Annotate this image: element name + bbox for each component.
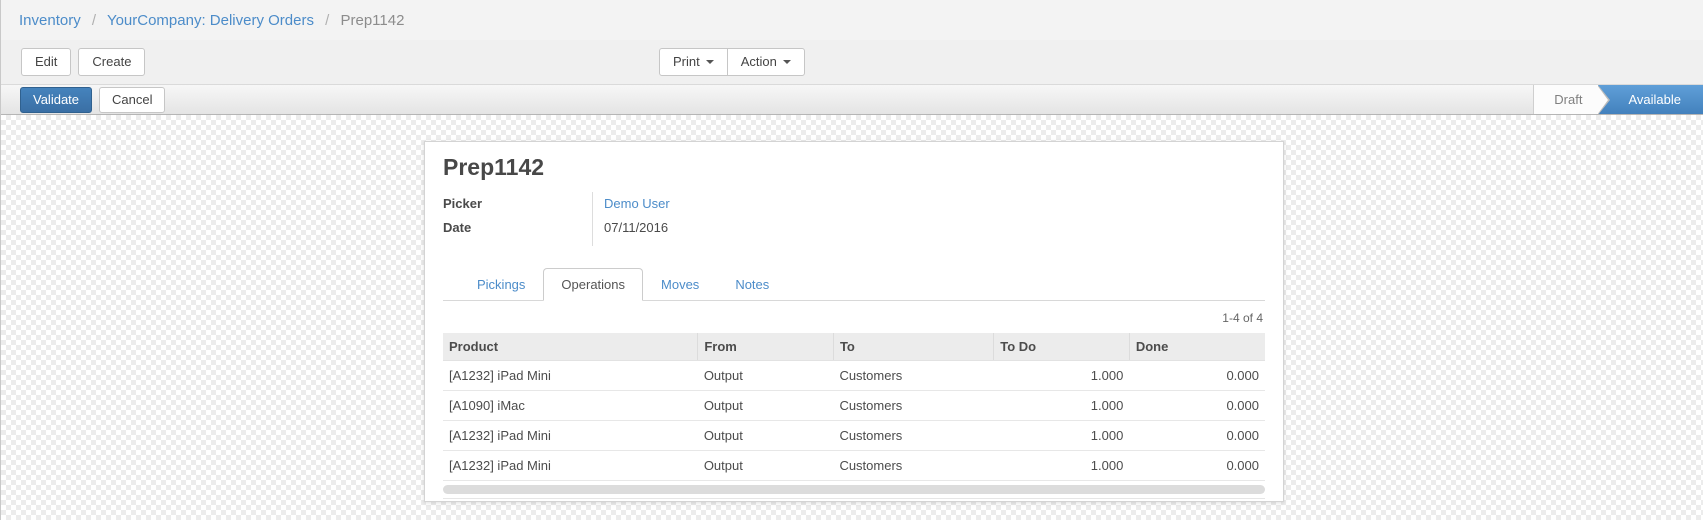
scroll-track-line: [443, 498, 1265, 499]
table-row[interactable]: [A1232] iPad Mini Output Customers 1.000…: [443, 421, 1265, 451]
status-draft-label: Draft: [1554, 92, 1582, 107]
breadcrumb: Inventory / YourCompany: Delivery Orders…: [19, 12, 404, 29]
cell-product: [A1232] iPad Mini: [443, 361, 698, 391]
table-header-row: Product From To To Do Done: [443, 333, 1265, 361]
cell-to: Customers: [833, 361, 993, 391]
breadcrumb-current: Prep1142: [341, 12, 405, 29]
form-sheet: Prep1142 Picker Date Demo User 07/11/201…: [424, 141, 1284, 502]
col-header-todo[interactable]: To Do: [994, 333, 1130, 361]
cell-to: Customers: [833, 451, 993, 481]
cell-done: 0.000: [1129, 421, 1265, 451]
table-row[interactable]: [A1232] iPad Mini Output Customers 1.000…: [443, 451, 1265, 481]
picker-value-link[interactable]: Demo User: [604, 196, 670, 211]
tab-notes[interactable]: Notes: [717, 268, 787, 301]
field-group: Picker Date Demo User 07/11/2016: [443, 192, 1265, 246]
col-header-product[interactable]: Product: [443, 333, 698, 361]
caret-down-icon: [706, 60, 714, 64]
record-buttons: Edit Create: [21, 48, 145, 76]
table-row[interactable]: [A1090] iMac Output Customers 1.000 0.00…: [443, 391, 1265, 421]
cell-todo: 1.000: [994, 391, 1130, 421]
action-dropdowns: Print Action: [659, 48, 805, 76]
table-row[interactable]: [A1232] iPad Mini Output Customers 1.000…: [443, 361, 1265, 391]
cell-done: 0.000: [1129, 451, 1265, 481]
cell-from: Output: [698, 361, 834, 391]
form-view-background: Prep1142 Picker Date Demo User 07/11/201…: [1, 115, 1703, 520]
cell-product: [A1090] iMac: [443, 391, 698, 421]
cancel-button[interactable]: Cancel: [99, 87, 165, 113]
list-pager: 1-4 of 4: [443, 311, 1263, 325]
create-button[interactable]: Create: [78, 48, 145, 76]
cell-from: Output: [698, 391, 834, 421]
cell-product: [A1232] iPad Mini: [443, 451, 698, 481]
cell-todo: 1.000: [994, 421, 1130, 451]
cell-from: Output: [698, 421, 834, 451]
edit-button[interactable]: Edit: [21, 48, 71, 76]
breadcrumb-inventory[interactable]: Inventory: [19, 12, 81, 29]
status-step-draft[interactable]: Draft: [1533, 85, 1598, 114]
field-labels-column: Picker Date: [443, 192, 592, 246]
breadcrumb-separator: /: [92, 12, 96, 29]
status-steps: Draft Available: [1533, 85, 1703, 114]
control-panel: Edit Create Print Action: [1, 40, 1703, 84]
operations-table: Product From To To Do Done [A1232] iPad …: [443, 333, 1265, 481]
col-header-done[interactable]: Done: [1129, 333, 1265, 361]
cell-to: Customers: [833, 391, 993, 421]
cell-product: [A1232] iPad Mini: [443, 421, 698, 451]
notebook-tabs: Pickings Operations Moves Notes: [443, 268, 1265, 301]
field-values-column: Demo User 07/11/2016: [592, 192, 1265, 246]
breadcrumb-delivery-orders[interactable]: YourCompany: Delivery Orders: [107, 12, 314, 29]
cell-done: 0.000: [1129, 391, 1265, 421]
action-dropdown-button[interactable]: Action: [727, 48, 805, 76]
record-title: Prep1142: [443, 152, 1265, 182]
breadcrumb-separator: /: [325, 12, 329, 29]
picker-field: Demo User: [604, 192, 1265, 216]
picker-label: Picker: [443, 192, 592, 216]
form-statusbar: Validate Cancel Draft Available: [1, 84, 1703, 115]
cell-todo: 1.000: [994, 451, 1130, 481]
col-header-from[interactable]: From: [698, 333, 834, 361]
tab-pickings[interactable]: Pickings: [459, 268, 543, 301]
print-dropdown-label: Print: [673, 54, 700, 69]
status-available-label: Available: [1628, 92, 1681, 107]
caret-down-icon: [783, 60, 791, 64]
action-dropdown-label: Action: [741, 54, 777, 69]
tab-moves[interactable]: Moves: [643, 268, 717, 301]
odoo-backend-window: Inventory / YourCompany: Delivery Orders…: [0, 0, 1703, 520]
breadcrumb-bar: Inventory / YourCompany: Delivery Orders…: [1, 0, 1703, 40]
cell-to: Customers: [833, 421, 993, 451]
cell-todo: 1.000: [994, 361, 1130, 391]
col-header-to[interactable]: To: [833, 333, 993, 361]
cell-from: Output: [698, 451, 834, 481]
validate-button[interactable]: Validate: [20, 87, 92, 113]
cell-done: 0.000: [1129, 361, 1265, 391]
date-label: Date: [443, 216, 592, 240]
status-step-available[interactable]: Available: [1598, 85, 1703, 114]
tab-operations[interactable]: Operations: [543, 268, 643, 301]
horizontal-scrollbar[interactable]: [443, 485, 1265, 494]
date-field: 07/11/2016: [604, 216, 1265, 240]
print-dropdown-button[interactable]: Print: [659, 48, 728, 76]
date-value: 07/11/2016: [604, 220, 668, 235]
